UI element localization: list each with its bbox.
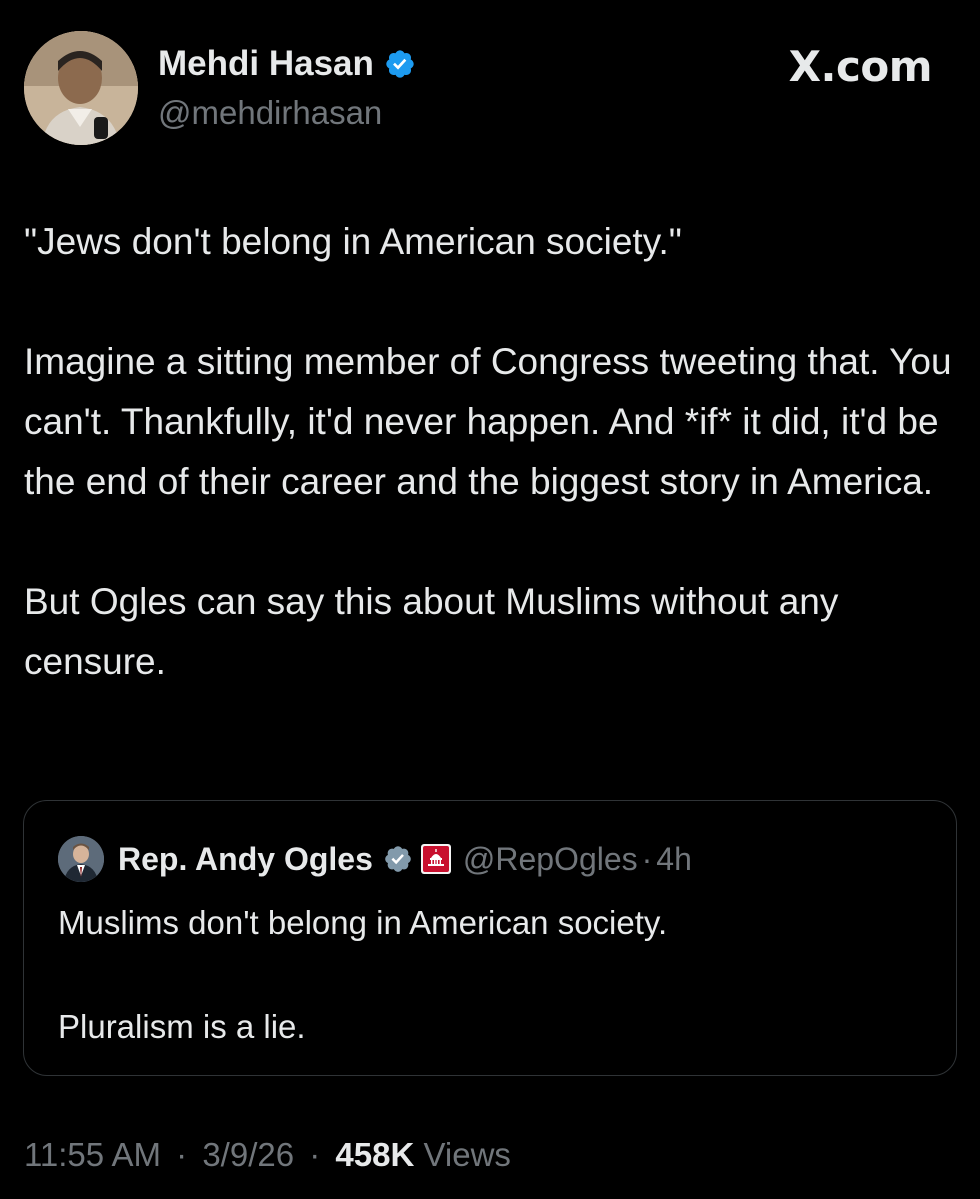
quoted-author-handle[interactable]: @RepOgles [463, 841, 638, 878]
quoted-author-avatar[interactable] [58, 836, 104, 882]
capitol-dome-icon [422, 846, 449, 872]
author-name: Mehdi Hasan [158, 44, 374, 83]
tweet-paragraph: "Jews don't belong in American society." [24, 221, 682, 262]
tweet-text: "Jews don't belong in American society."… [24, 212, 959, 692]
verified-badge-icon [386, 50, 414, 78]
quoted-tweet-paragraph: Pluralism is a lie. [58, 1008, 306, 1045]
separator-dot: · [641, 840, 653, 877]
quoted-author-name[interactable]: Rep. Andy Ogles [118, 841, 373, 878]
site-brand: X.com [788, 42, 933, 91]
tweet-paragraph: But Ogles can say this about Muslims wit… [24, 581, 839, 682]
views-label: Views [423, 1136, 511, 1173]
gray-verified-badge-icon [385, 846, 411, 872]
separator-dot: · [309, 1136, 321, 1173]
tweet-timestamp[interactable]: 11:55 AM [24, 1136, 161, 1173]
author-name-row[interactable]: Mehdi Hasan [158, 44, 416, 84]
quoted-tweet-time[interactable]: 4h [656, 841, 692, 878]
quoted-tweet-header: Rep. Andy Ogles @RepOgles · 4h [58, 835, 692, 883]
capitol-badge-icon[interactable] [420, 844, 451, 874]
tweet-date[interactable]: 3/9/26 [202, 1136, 294, 1173]
tweet-paragraph: Imagine a sitting member of Congress twe… [24, 341, 952, 502]
separator-dot: · [176, 1136, 188, 1173]
quoted-tweet-paragraph: Muslims don't belong in American society… [58, 904, 668, 941]
quoted-tweet-text: Muslims don't belong in American society… [58, 897, 928, 1053]
person-photo-icon [58, 836, 104, 882]
quoted-tweet[interactable]: Rep. Andy Ogles @RepOgles · 4h Muslims d… [23, 800, 957, 1076]
tweet-meta: 11:55 AM · 3/9/26 · 458K Views [24, 1136, 511, 1174]
person-photo-icon [24, 31, 138, 145]
tweet-card: Mehdi Hasan @mehdirhasan X.com "Jews don… [0, 0, 980, 1199]
author-handle[interactable]: @mehdirhasan [158, 94, 382, 132]
author-avatar[interactable] [24, 31, 138, 145]
views-count[interactable]: 458K [335, 1136, 414, 1173]
